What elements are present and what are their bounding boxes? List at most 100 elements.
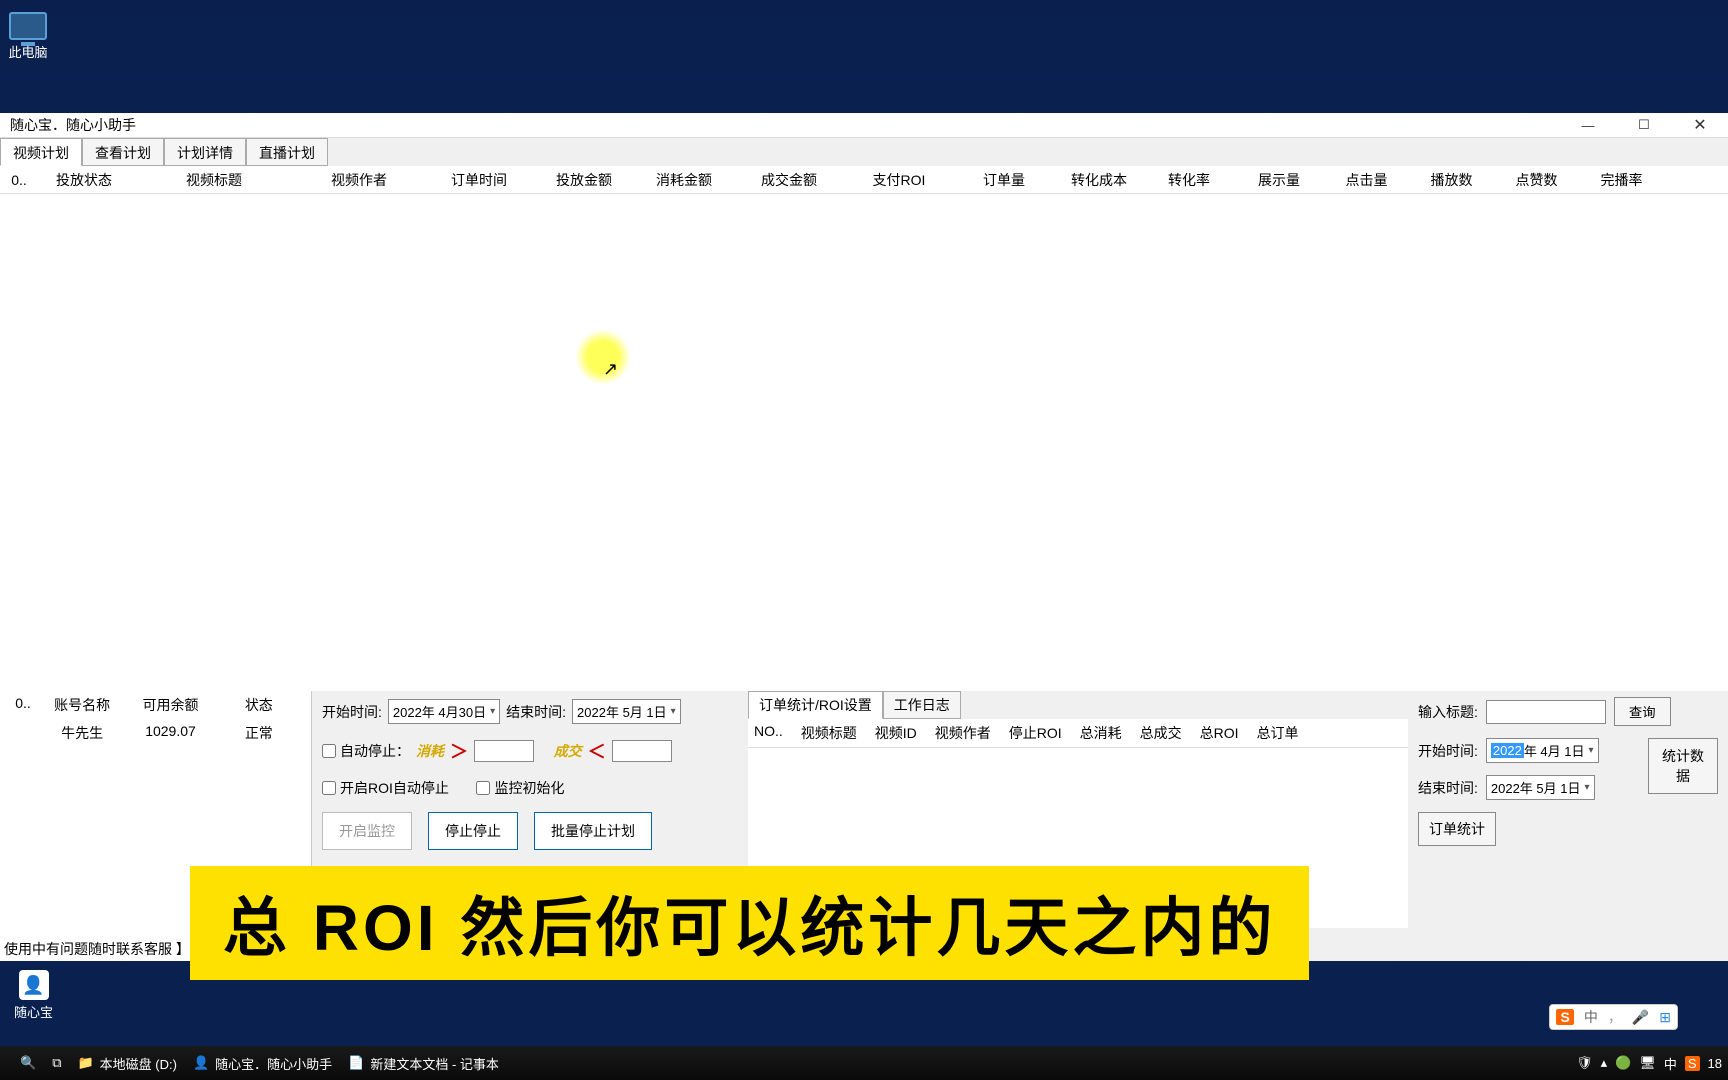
stats-col-video-id: 视频ID [875,723,917,743]
col-status: 投放状态 [34,170,134,190]
col-deal-amount: 成交金额 [734,170,844,190]
acct-col-no: 0.. [8,695,38,715]
stats-col-total-deal: 总成交 [1140,723,1182,743]
taskbar[interactable]: 🔍 ⧉ 📁 本地磁盘 (D:) 👤 随心宝．随心小助手 📄 新建文本文档 - 记… [0,1046,1728,1080]
tray-net-icon[interactable]: 🖥 [1639,1055,1656,1071]
tray-app-icon[interactable]: 👤 随心宝 [14,970,53,1021]
col-likes: 点赞数 [1494,170,1579,190]
subtitle-overlay: 总 ROI 然后你可以统计几天之内的 [190,866,1309,980]
ime-lang[interactable]: 中 [1584,1007,1598,1027]
order-stats-button[interactable]: 订单统计 [1418,812,1496,846]
this-pc-label: 此电脑 [4,42,52,61]
col-order-time: 订单时间 [424,170,534,190]
data-grid-body[interactable] [0,194,1728,716]
col-video-author: 视频作者 [294,170,424,190]
consume-input[interactable] [474,740,534,762]
window-controls: — ☐ ✕ [1560,113,1728,138]
tray-flag-icon[interactable]: 🟢 [1615,1055,1631,1071]
column-headers: 0.. 投放状态 视频标题 视频作者 订单时间 投放金额 消耗金额 成交金额 支… [0,166,1728,194]
stats-headers: NO.. 视频标题 视频ID 视频作者 停止ROI 总消耗 总成交 总ROI 总… [748,719,1408,748]
filter-start-label: 开始时间: [1418,741,1478,761]
query-button[interactable]: 查询 [1614,697,1671,726]
window-title: 随心宝．随心小助手 [10,115,1560,135]
taskbar-app2[interactable]: 📄 新建文本文档 - 记事本 [348,1054,499,1073]
filter-title-label: 输入标题: [1418,702,1478,722]
acct-name: 牛先生 [38,723,126,743]
acct-col-name: 账号名称 [38,695,126,715]
col-pay-roi: 支付ROI [844,170,954,190]
app1-label: 随心宝．随心小助手 [215,1054,332,1073]
tab-view-plan[interactable]: 查看计划 [82,138,164,166]
taskbar-left: 🔍 ⧉ 📁 本地磁盘 (D:) 👤 随心宝．随心小助手 📄 新建文本文档 - 记… [0,1054,499,1073]
tray-chevron-icon[interactable]: ▴ [1601,1055,1608,1071]
deal-label: 成交 [554,741,582,761]
stats-col-total-consume: 总消耗 [1080,723,1122,743]
tab-video-plan[interactable]: 视频计划 [0,138,82,166]
titlebar: 随心宝．随心小助手 — ☐ ✕ [0,113,1728,138]
filter-end-date[interactable]: 2022年 5月 1日 [1486,775,1595,800]
stats-col-title: 视频标题 [801,723,857,743]
auto-stop-label: 自动停止： [340,741,410,761]
app2-label: 新建文本文档 - 记事本 [370,1054,499,1073]
this-pc-icon[interactable]: 此电脑 [4,12,52,61]
start-time-label: 开始时间: [322,702,382,722]
disk-icon: 📁 [77,1055,93,1071]
task-view-icon[interactable]: ⧉ [52,1055,61,1071]
acct-col-status: 状态 [215,695,303,715]
gt-icon: ＞ [450,738,468,764]
ime-punct[interactable]: ， [1608,1007,1622,1027]
stats-data-button[interactable]: 统计数据 [1648,738,1718,794]
monitor-init-checkbox[interactable]: 监控初始化 [476,778,564,798]
tab-plan-detail[interactable]: 计划详情 [164,138,246,166]
col-convert-cost: 转化成本 [1054,170,1144,190]
acct-no [8,723,38,743]
col-clicks: 点击量 [1324,170,1409,190]
sub-tab-work-log[interactable]: 工作日志 [883,691,961,719]
tray-zhong[interactable]: 中 [1664,1054,1677,1073]
end-date-picker[interactable]: 2022年 5月 1日 [572,699,681,724]
stop-button[interactable]: 停止停止 [428,812,518,850]
disk-label: 本地磁盘 (D:) [100,1054,177,1073]
stats-col-no: NO.. [754,723,783,743]
account-row[interactable]: 牛先生 1029.07 正常 [0,719,311,747]
consume-label: 消耗 [416,741,444,761]
roi-auto-stop-input[interactable] [322,781,336,795]
search-icon[interactable]: 🔍 [20,1055,36,1071]
sub-tab-order-stats[interactable]: 订单统计/ROI设置 [748,691,883,719]
stats-col-total-roi: 总ROI [1200,723,1239,743]
filter-panel: 输入标题: 查询 开始时间: 2022年 4月 1日 结束时间: 2022年 5… [1408,691,1728,961]
col-no: 0.. [4,172,34,188]
monitor-icon [9,12,47,40]
end-time-label: 结束时间: [506,702,566,722]
taskbar-app1[interactable]: 👤 随心宝．随心小助手 [193,1054,332,1073]
close-button[interactable]: ✕ [1672,113,1728,138]
ime-bar[interactable]: S 中 ， 🎤 ⊞ [1549,1004,1678,1030]
taskbar-disk[interactable]: 📁 本地磁盘 (D:) [77,1054,176,1073]
col-order-qty: 订单量 [954,170,1054,190]
batch-stop-button[interactable]: 批量停止计划 [534,812,652,850]
mic-icon[interactable]: 🎤 [1632,1009,1649,1026]
tray-s-icon[interactable]: S [1685,1056,1700,1071]
auto-stop-checkbox[interactable]: 自动停止： [322,741,410,761]
deal-input[interactable] [612,740,672,762]
grid-icon[interactable]: ⊞ [1659,1009,1671,1026]
roi-auto-stop-checkbox[interactable]: 开启ROI自动停止 [322,778,449,798]
start-monitor-button[interactable]: 开启监控 [322,812,412,850]
tab-live-plan[interactable]: 直播计划 [246,138,328,166]
filter-title-input[interactable] [1486,700,1606,724]
col-put-amount: 投放金额 [534,170,634,190]
maximize-button[interactable]: ☐ [1616,113,1672,138]
auto-stop-input[interactable] [322,744,336,758]
main-tabs: 视频计划 查看计划 计划详情 直播计划 [0,138,1728,166]
filter-end-label: 结束时间: [1418,778,1478,798]
acct-balance: 1029.07 [126,723,214,743]
app-window: 随心宝．随心小助手 — ☐ ✕ 视频计划 查看计划 计划详情 直播计划 0.. … [0,113,1728,961]
filter-start-date[interactable]: 2022年 4月 1日 [1486,738,1599,763]
minimize-button[interactable]: — [1560,113,1616,138]
tray-shield-icon[interactable]: 🛡 [1576,1055,1593,1071]
cursor-highlight-icon [575,329,631,385]
sogou-logo-icon[interactable]: S [1556,1009,1573,1025]
col-video-title: 视频标题 [134,170,294,190]
monitor-init-input[interactable] [476,781,490,795]
start-date-picker[interactable]: 2022年 4月30日 [388,699,500,724]
